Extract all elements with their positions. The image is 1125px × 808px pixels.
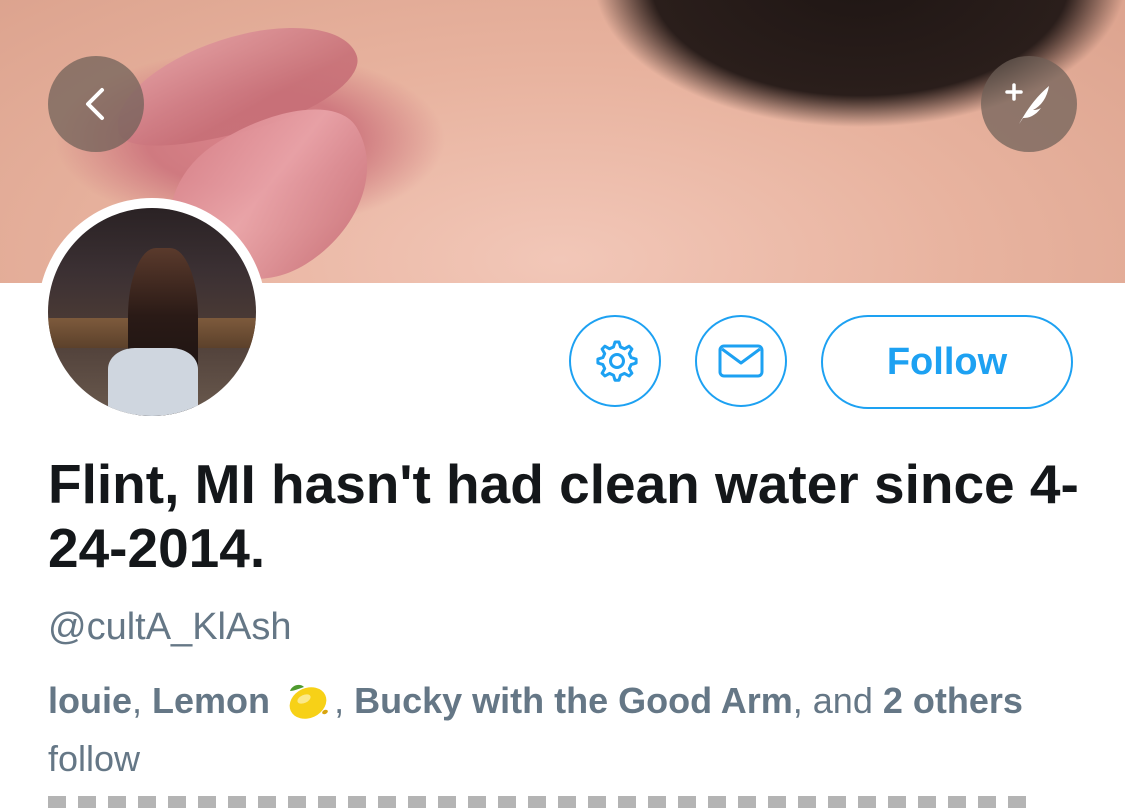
chevron-left-icon [86, 88, 104, 120]
follower-name: Lemon [152, 680, 271, 721]
profile-display-name: Flint, MI hasn't had clean water since 4… [48, 453, 1079, 579]
separator-text: , [334, 680, 355, 721]
followers-you-know[interactable]: louie, Lemon , Bucky with the Good Arm, … [48, 672, 1088, 788]
avatar-photo [48, 208, 256, 416]
avatar-photo-detail [108, 348, 198, 416]
direct-message-button[interactable] [695, 315, 787, 407]
compose-tweet-button[interactable] [981, 56, 1077, 152]
others-label: others [912, 680, 1023, 721]
bio-text-cutoff [48, 796, 1028, 808]
profile-handle: @cultA_KlAsh [48, 606, 292, 648]
profile-settings-button[interactable] [569, 315, 661, 407]
follower-name: louie [48, 680, 133, 721]
compose-quill-icon [1005, 83, 1049, 124]
follow-suffix: follow [48, 738, 141, 779]
envelope-icon [718, 344, 764, 378]
back-button[interactable] [48, 56, 144, 152]
follow-button[interactable]: Follow [821, 315, 1073, 409]
separator-text: , and [792, 680, 883, 721]
others-count: 2 [882, 680, 903, 721]
follower-name: Bucky with the Good Arm [354, 680, 793, 721]
profile-avatar[interactable] [38, 198, 266, 426]
gear-icon [596, 340, 638, 382]
separator-text: , [132, 680, 153, 721]
lemon-emoji-icon [289, 684, 328, 719]
